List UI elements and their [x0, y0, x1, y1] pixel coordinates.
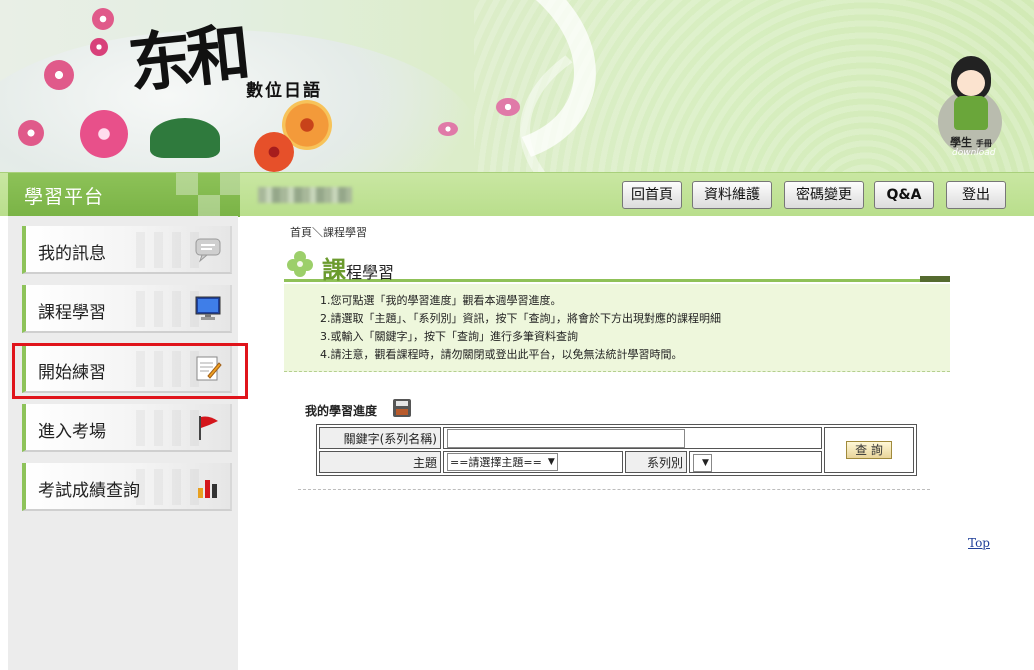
bar-chart-icon	[198, 480, 217, 498]
topic-select[interactable]: ==請選擇主題== ▼	[447, 453, 558, 471]
instruction-line: 4.請注意，觀看課程時，請勿關閉或登出此平台，以免無法統計學習時間。	[320, 348, 683, 361]
query-button[interactable]: 查 詢	[846, 441, 892, 459]
header-banner: 东和 數位日語 學生 手冊 download	[0, 0, 1034, 172]
student-handbook-download[interactable]: 學生 手冊 download	[936, 56, 1006, 160]
instruction-line: 1.您可點選「我的學習進度」觀看本週學習進度。	[320, 294, 562, 307]
sidebar-item-exam-scores[interactable]: 考試成績查詢	[22, 463, 232, 511]
pine-tree-icon	[150, 118, 220, 158]
home-button[interactable]: 回首頁	[622, 181, 682, 209]
series-label: 系列別	[625, 451, 687, 473]
chat-bubble-icon	[195, 238, 221, 263]
sidebar-item-enter-exam[interactable]: 進入考場	[22, 404, 232, 452]
chevron-down-icon: ▼	[547, 457, 555, 467]
breadcrumb: 首頁＼課程學習	[290, 226, 367, 239]
pixel-decoration	[176, 173, 198, 195]
topic-select-value: ==請選擇主題==	[450, 456, 542, 469]
keyword-cell	[443, 427, 822, 449]
username-blurred	[258, 187, 352, 203]
topic-label: 主題	[319, 451, 441, 473]
mascot-face	[957, 70, 985, 96]
keyword-input[interactable]	[447, 428, 685, 448]
topic-cell: ==請選擇主題== ▼	[443, 451, 623, 473]
instructions-panel: 1.您可點選「我的學習進度」觀看本週學習進度。 2.請選取「主題」、「系列別」資…	[284, 284, 950, 372]
plum-blossom-icon	[80, 110, 128, 158]
sidebar-item-label: 進入考場	[38, 422, 106, 442]
series-cell: ▼	[689, 451, 822, 473]
page-title: 課程學習	[322, 256, 395, 284]
chevron-down-icon: ▼	[702, 458, 709, 468]
logout-button[interactable]: 登出	[946, 181, 1006, 209]
pixel-decoration	[220, 173, 240, 195]
sidebar-item-label: 課程學習	[38, 303, 106, 323]
top-navbar: 學習平台 回首頁 資料維護 密碼變更 Q&A 登出	[0, 172, 1034, 217]
profile-maintenance-button[interactable]: 資料維護	[692, 181, 772, 209]
divider	[298, 489, 930, 490]
change-password-button[interactable]: 密碼變更	[784, 181, 864, 209]
plum-blossom-icon	[438, 122, 458, 136]
clover-icon	[287, 251, 313, 277]
mascot-kimono	[954, 96, 988, 130]
my-progress-title[interactable]: 我的學習進度	[305, 402, 377, 419]
page-heading: 課程學習	[284, 246, 950, 284]
sidebar-item-label: 我的訊息	[38, 244, 106, 264]
qa-button[interactable]: Q&A	[874, 181, 934, 209]
logo-subtitle: 數位日語	[246, 81, 322, 101]
chrysanthemum-icon	[254, 132, 294, 172]
plum-blossom-icon	[44, 60, 74, 90]
red-flag-icon	[199, 416, 218, 440]
sidebar-item-my-messages[interactable]: 我的訊息	[22, 226, 232, 274]
plum-blossom-icon	[18, 120, 44, 146]
instruction-line: 2.請選取「主題」、「系列別」資訊，按下「查詢」，將會於下方出現對應的課程明細	[320, 312, 721, 325]
sidebar-item-label: 考試成績查詢	[38, 481, 140, 501]
mascot-download-label: download	[952, 148, 996, 158]
floppy-disk-icon[interactable]	[393, 399, 411, 417]
instruction-line: 3.或輸入「關鍵字」，按下「查詢」進行多筆資料查詢	[320, 330, 578, 343]
monitor-icon	[195, 296, 221, 320]
sidebar-item-course-learning[interactable]: 課程學習	[22, 285, 232, 333]
keyword-label: 關鍵字(系列名稱)	[319, 427, 441, 449]
search-form-table: 關鍵字(系列名稱) 查 詢 主題 ==請選擇主題== ▼ 系列別 ▼	[316, 424, 917, 476]
back-to-top-link[interactable]: Top	[968, 536, 990, 550]
brand-title: 學習平台	[24, 186, 105, 208]
highlight-box	[12, 343, 248, 399]
plum-blossom-icon	[496, 98, 520, 116]
logo-calligraphy: 东和	[124, 16, 249, 103]
heading-corner	[920, 276, 950, 282]
brand-block: 學習平台	[8, 173, 240, 217]
plum-blossom-icon	[92, 8, 114, 30]
query-cell: 查 詢	[824, 427, 914, 473]
plum-blossom-icon	[90, 38, 108, 56]
pixel-decoration	[198, 195, 220, 217]
series-select[interactable]: ▼	[693, 454, 712, 472]
